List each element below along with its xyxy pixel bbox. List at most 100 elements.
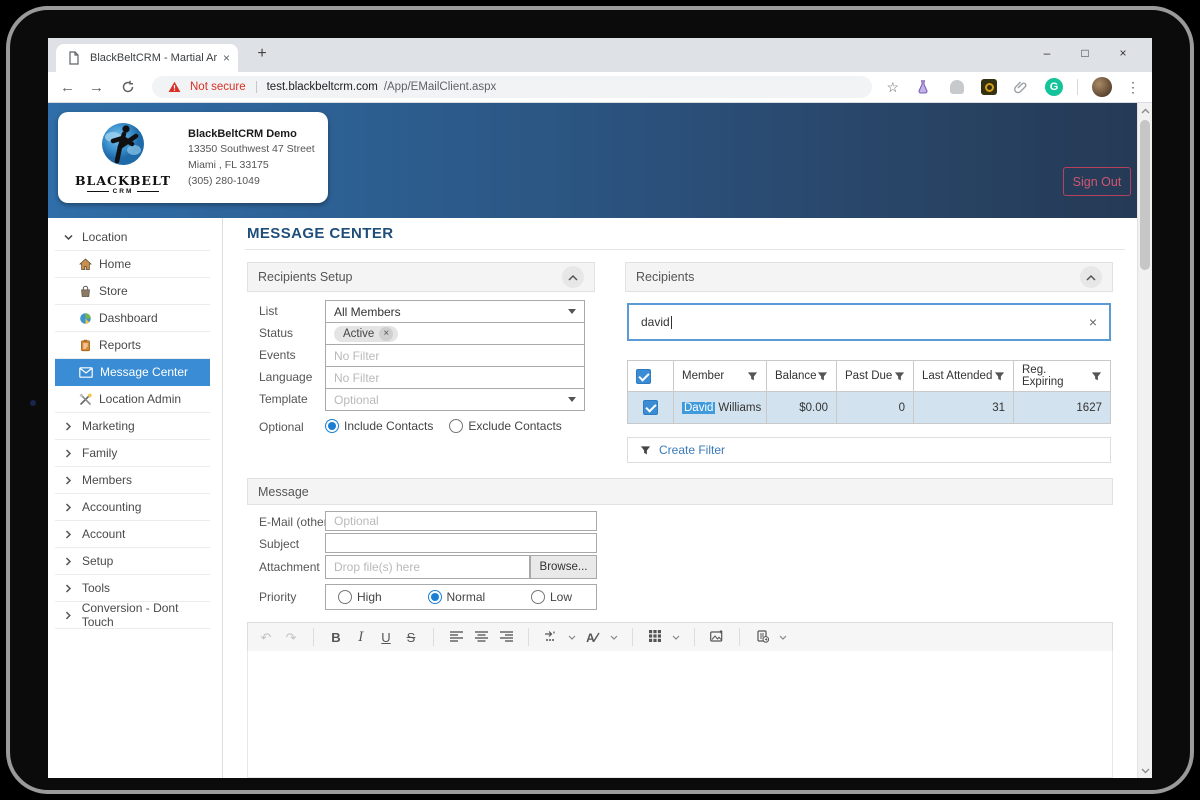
collapse-button[interactable] [562, 266, 584, 288]
tab-close-icon[interactable]: × [223, 51, 230, 65]
exclude-contacts-option[interactable]: Exclude Contacts [449, 419, 562, 433]
page-scrollbar[interactable] [1137, 103, 1152, 778]
font-color-dropdown-icon[interactable] [610, 635, 618, 640]
reg-expiring-column-header[interactable]: Reg. Expiring [1014, 361, 1110, 391]
sidebar-section-marketing[interactable]: Marketing [55, 413, 210, 440]
checkbox-checked-icon[interactable] [636, 368, 651, 384]
include-contacts-option[interactable]: Include Contacts [325, 419, 433, 433]
list-select[interactable]: All Members [325, 300, 585, 323]
priority-high-option[interactable]: High [338, 590, 382, 604]
filter-funnel-icon[interactable] [1091, 371, 1102, 382]
sidebar-item-store[interactable]: Store [55, 278, 210, 305]
checkbox-checked-icon[interactable] [643, 400, 658, 415]
last-attended-column-header[interactable]: Last Attended [914, 361, 1014, 391]
filter-funnel-icon[interactable] [994, 371, 1005, 382]
scroll-up-icon[interactable] [1138, 103, 1152, 118]
sidebar-item-message-center[interactable]: Message Center [55, 359, 210, 386]
priority-low-option[interactable]: Low [530, 590, 572, 604]
font-color-icon[interactable]: A [585, 631, 601, 644]
sidebar-section-family[interactable]: Family [55, 440, 210, 467]
page-title: MESSAGE CENTER [247, 225, 394, 242]
insert-document-icon[interactable] [754, 629, 770, 645]
row-select-cell[interactable] [628, 392, 674, 423]
bookmark-star-icon[interactable]: ☆ [886, 79, 899, 96]
language-field[interactable]: No Filter [325, 366, 585, 389]
insert-merge-field-icon[interactable] [543, 630, 559, 644]
sidebar-item-home[interactable]: Home [55, 251, 210, 278]
redo-icon[interactable]: ↷ [283, 631, 299, 644]
insert-table-icon[interactable] [647, 630, 663, 644]
attachment-dropzone[interactable]: Drop file(s) here [325, 555, 530, 579]
clear-search-icon[interactable]: × [1089, 314, 1097, 330]
editor-body[interactable] [247, 651, 1113, 778]
page-favicon-icon [64, 48, 84, 68]
minimize-button[interactable]: – [1028, 38, 1066, 68]
extension-grammarly-icon[interactable]: G [1045, 78, 1063, 96]
events-label: Events [259, 348, 296, 362]
filter-funnel-icon[interactable] [747, 371, 758, 382]
collapse-button[interactable] [1080, 266, 1102, 288]
chip-remove-icon[interactable]: × [379, 326, 394, 341]
browser-tab[interactable]: BlackBeltCRM - Martial Arts Soft... × [56, 44, 238, 72]
table-dropdown-icon[interactable] [672, 635, 680, 640]
extension-flask-icon[interactable] [913, 77, 933, 97]
forward-button[interactable]: → [89, 80, 104, 95]
align-right-icon[interactable] [498, 630, 514, 644]
undo-icon[interactable]: ↶ [258, 631, 274, 644]
priority-normal-option[interactable]: Normal [427, 590, 485, 604]
scrollbar-thumb[interactable] [1140, 120, 1150, 270]
sidebar-group-location[interactable]: Location [55, 224, 210, 251]
balance-column-header[interactable]: Balance [767, 361, 837, 391]
member-column-header[interactable]: Member [674, 361, 767, 391]
sidebar-section-members[interactable]: Members [55, 467, 210, 494]
sidebar-section-accounting[interactable]: Accounting [55, 494, 210, 521]
new-tab-button[interactable]: + [250, 42, 274, 66]
recipient-search-input[interactable]: david × [627, 303, 1111, 341]
extension-paperclip-icon[interactable] [1011, 77, 1031, 97]
recipients-title: Recipients [636, 270, 695, 284]
underline-button[interactable]: U [378, 631, 394, 644]
subject-input[interactable] [325, 533, 597, 553]
sidebar-item-dashboard[interactable]: Dashboard [55, 305, 210, 332]
select-all-cell[interactable] [628, 361, 674, 391]
back-button[interactable]: ← [60, 80, 75, 95]
filter-funnel-icon[interactable] [817, 371, 828, 382]
document-dropdown-icon[interactable] [779, 635, 787, 640]
maximize-button[interactable]: □ [1066, 38, 1104, 68]
sidebar-section-setup[interactable]: Setup [55, 548, 210, 575]
merge-field-dropdown-icon[interactable] [568, 635, 576, 640]
extension-gray-icon[interactable] [947, 77, 967, 97]
status-field[interactable]: Active × [325, 322, 585, 345]
sidebar-item-location-admin[interactable]: Location Admin [55, 386, 210, 413]
sidebar-section-account[interactable]: Account [55, 521, 210, 548]
align-left-icon[interactable] [448, 630, 464, 644]
past-due-column-header[interactable]: Past Due [837, 361, 914, 391]
email-other-input[interactable]: Optional [325, 511, 597, 531]
italic-button[interactable]: I [353, 631, 369, 644]
filter-funnel-icon[interactable] [894, 371, 905, 382]
strikethrough-button[interactable]: S [403, 631, 419, 644]
create-filter-button[interactable]: Create Filter [627, 437, 1111, 463]
profile-avatar[interactable] [1092, 77, 1112, 97]
browse-button[interactable]: Browse... [530, 555, 597, 579]
address-bar[interactable]: Not secure test.blackbeltcrm.com/App/EMa… [152, 76, 873, 98]
sidebar-section-tools[interactable]: Tools [55, 575, 210, 602]
sign-out-button[interactable]: Sign Out [1063, 167, 1131, 196]
extension-gold-icon[interactable] [981, 79, 997, 95]
browser-menu-icon[interactable]: ⋮ [1126, 79, 1140, 96]
close-button[interactable]: × [1104, 38, 1142, 68]
sidebar-section-conversion[interactable]: Conversion - Dont Touch [55, 601, 210, 629]
template-select[interactable]: Optional [325, 388, 585, 411]
events-field[interactable]: No Filter [325, 344, 585, 367]
recipients-header: Recipients [625, 262, 1113, 292]
align-center-icon[interactable] [473, 630, 489, 644]
bold-button[interactable]: B [328, 631, 344, 644]
scroll-down-icon[interactable] [1138, 763, 1152, 778]
table-row[interactable]: David Williams $0.00 0 31 1627 [628, 392, 1110, 423]
reload-button[interactable] [118, 77, 138, 97]
sidebar-item-reports[interactable]: Reports [55, 332, 210, 359]
chevron-right-icon [65, 583, 72, 593]
insert-image-icon[interactable] [709, 630, 725, 644]
store-icon [81, 285, 90, 297]
radio-icon [449, 419, 464, 433]
